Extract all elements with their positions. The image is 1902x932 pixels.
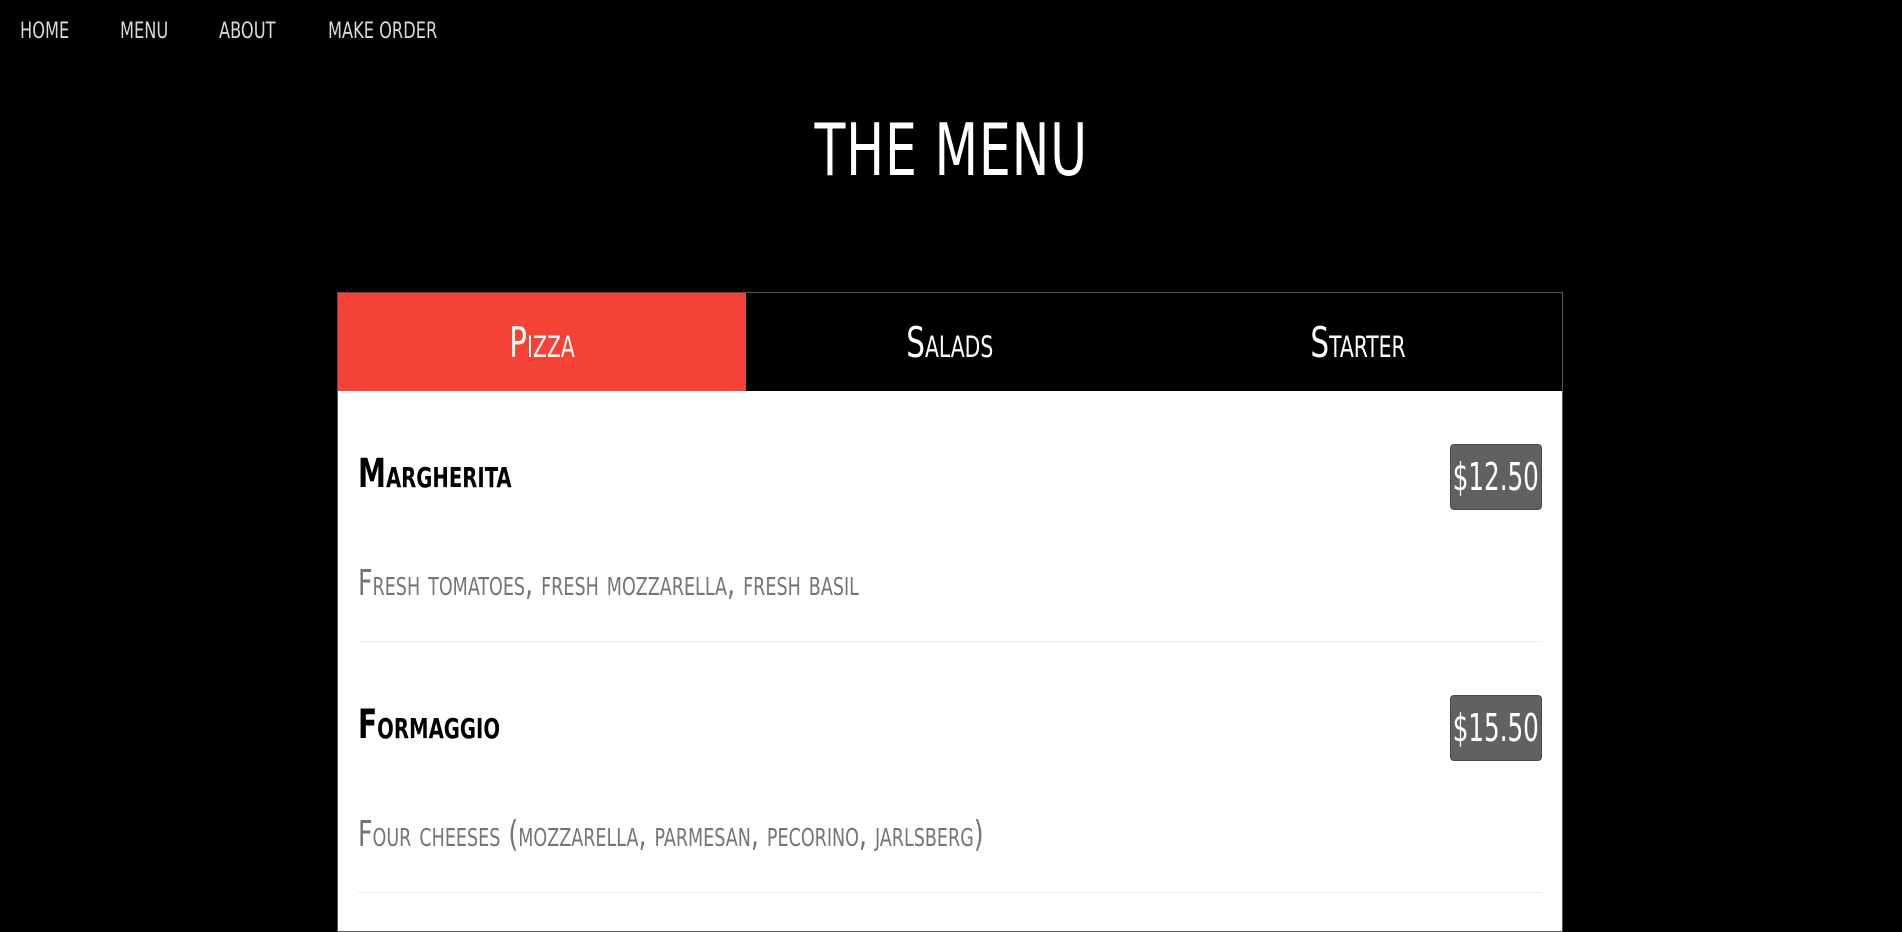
- price-value: $15.50: [1452, 706, 1540, 750]
- menu-item-list: Margherita $12.50 Fresh tomatoes, fresh …: [338, 391, 1562, 893]
- page-title: THE MENU: [0, 108, 1902, 192]
- nav-home-link[interactable]: HOME: [20, 19, 69, 44]
- menu-item: Formaggio $15.50 Four cheeses (mozzarell…: [358, 642, 1542, 893]
- menu-item: Margherita $12.50 Fresh tomatoes, fresh …: [358, 391, 1542, 642]
- menu-card: Pizza Salads Starter Margherita $12.50 F…: [337, 292, 1563, 932]
- menu-item-name: Formaggio: [358, 702, 501, 748]
- tab-starter-label: Starter: [1310, 317, 1406, 367]
- menu-item-description: Fresh tomatoes, fresh mozzarella, fresh …: [358, 563, 859, 604]
- menu-item-description: Four cheeses (mozzarella, parmesan, peco…: [358, 814, 984, 855]
- nav-menu-link[interactable]: MENU: [120, 19, 168, 44]
- tab-salads-label: Salads: [906, 317, 994, 367]
- menu-item-name: Margherita: [358, 451, 512, 497]
- price-badge: $15.50: [1450, 695, 1542, 761]
- nav-about-link[interactable]: ABOUT: [219, 19, 275, 44]
- nav-make-order-link[interactable]: MAKE ORDER: [328, 19, 437, 44]
- price-badge: $12.50: [1450, 444, 1542, 510]
- menu-tabs: Pizza Salads Starter: [338, 293, 1562, 391]
- price-value: $12.50: [1452, 455, 1540, 499]
- tab-salads[interactable]: Salads: [746, 293, 1154, 391]
- tab-starter[interactable]: Starter: [1154, 293, 1562, 391]
- tab-pizza-label: Pizza: [509, 317, 575, 367]
- top-navigation: HOME MENU ABOUT MAKE ORDER: [0, 0, 501, 62]
- page-title-text: THE MENU: [814, 108, 1088, 192]
- tab-pizza[interactable]: Pizza: [338, 293, 746, 391]
